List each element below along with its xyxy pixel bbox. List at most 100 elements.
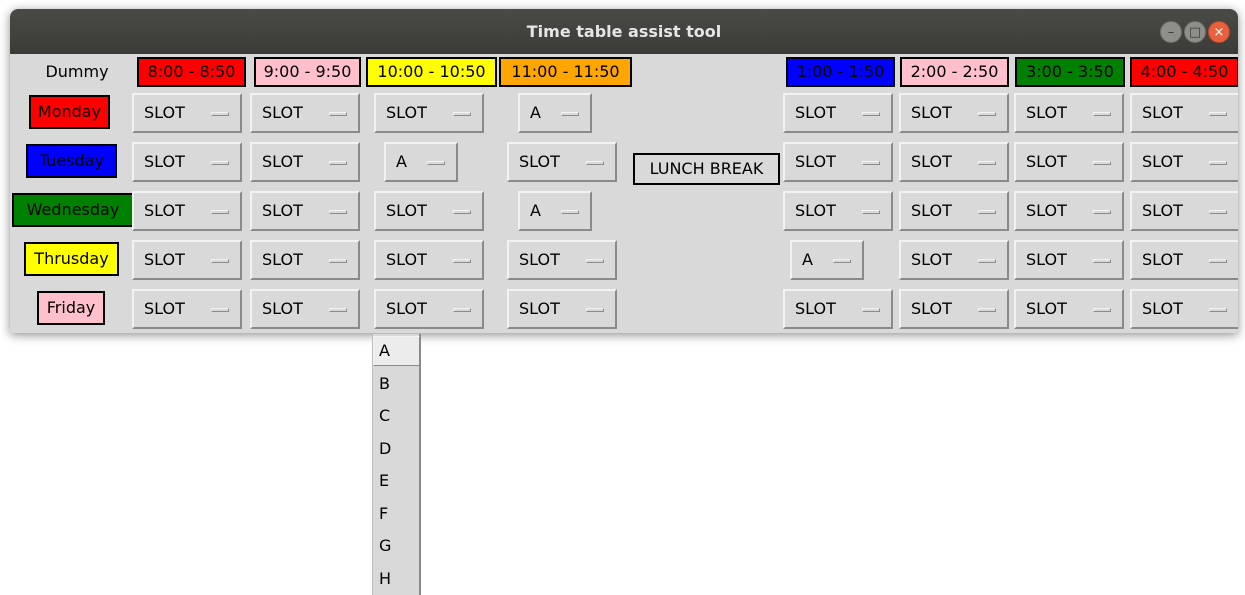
slot-option-menu[interactable]: SLOT: [132, 142, 242, 182]
slot-option-value: SLOT: [1142, 201, 1183, 220]
slot-option-menu[interactable]: SLOT: [132, 240, 242, 280]
slot-option-menu[interactable]: SLOT: [899, 142, 1009, 182]
slot-option-menu[interactable]: SLOT: [1014, 240, 1124, 280]
dropdown-option-h[interactable]: H: [373, 564, 420, 594]
slot-option-menu[interactable]: SLOT: [250, 93, 360, 133]
slot-option-menu[interactable]: A: [518, 93, 592, 133]
slot-option-menu[interactable]: SLOT: [507, 142, 617, 182]
option-menu-indicator-icon: [427, 161, 445, 165]
option-menu-indicator-icon: [1209, 161, 1227, 165]
slot-option-menu[interactable]: SLOT: [250, 142, 360, 182]
dropdown-option-b[interactable]: B: [373, 369, 420, 399]
dropdown-option-d[interactable]: D: [373, 434, 420, 464]
option-menu-indicator-icon: [211, 210, 229, 214]
option-menu-indicator-icon: [329, 161, 347, 165]
slot-option-menu[interactable]: SLOT: [1130, 191, 1238, 231]
day-label-wednesday: Wednesday: [12, 193, 134, 227]
option-menu-indicator-icon: [1093, 259, 1111, 263]
lunch-break-label: LUNCH BREAK: [633, 153, 780, 185]
slot-option-menu[interactable]: SLOT: [250, 240, 360, 280]
dropdown-option-f[interactable]: F: [373, 499, 420, 529]
slot-option-menu[interactable]: SLOT: [1130, 93, 1238, 133]
dropdown-option-g[interactable]: G: [373, 531, 420, 561]
app-window: Time table assist tool – □ × Dummy 8:00 -…: [10, 9, 1238, 333]
slot-option-value: SLOT: [144, 250, 185, 269]
slot-option-menu[interactable]: SLOT: [1014, 93, 1124, 133]
option-menu-indicator-icon: [1209, 112, 1227, 116]
option-menu-indicator-icon: [561, 210, 579, 214]
dropdown-option-a[interactable]: A: [373, 336, 420, 366]
slot-option-menu[interactable]: SLOT: [132, 191, 242, 231]
slot-option-menu[interactable]: SLOT: [374, 93, 484, 133]
day-label-tuesday: Tuesday: [26, 144, 117, 178]
time-slot-header: 2:00 - 2:50: [900, 57, 1009, 87]
slot-option-menu[interactable]: SLOT: [132, 289, 242, 329]
option-menu-indicator-icon: [586, 161, 604, 165]
slot-option-value: SLOT: [519, 250, 560, 269]
slot-option-value: SLOT: [911, 152, 952, 171]
option-menu-indicator-icon: [453, 259, 471, 263]
slot-option-menu[interactable]: SLOT: [507, 289, 617, 329]
option-menu-indicator-icon: [978, 161, 996, 165]
slot-option-menu[interactable]: SLOT: [783, 191, 893, 231]
option-menu-indicator-icon: [329, 210, 347, 214]
minimize-icon[interactable]: –: [1160, 21, 1182, 43]
option-menu-indicator-icon: [978, 210, 996, 214]
slot-option-menu[interactable]: SLOT: [783, 142, 893, 182]
slot-option-menu[interactable]: SLOT: [899, 240, 1009, 280]
slot-option-value: SLOT: [386, 201, 427, 220]
slot-option-menu[interactable]: SLOT: [507, 240, 617, 280]
slot-option-menu[interactable]: SLOT: [1130, 142, 1238, 182]
slot-option-value: SLOT: [262, 103, 303, 122]
slot-option-value: SLOT: [795, 152, 836, 171]
dropdown-option-c[interactable]: C: [373, 401, 420, 431]
slot-option-menu[interactable]: SLOT: [1014, 191, 1124, 231]
slot-option-value: SLOT: [1026, 103, 1067, 122]
option-menu-indicator-icon: [1209, 308, 1227, 312]
dropdown-option-e[interactable]: E: [373, 466, 420, 496]
window-title: Time table assist tool: [526, 22, 722, 41]
slot-option-menu[interactable]: A: [790, 240, 864, 280]
slot-option-menu[interactable]: SLOT: [1014, 142, 1124, 182]
slot-option-value: SLOT: [1142, 152, 1183, 171]
slot-option-menu[interactable]: SLOT: [783, 289, 893, 329]
slot-option-value: SLOT: [1142, 299, 1183, 318]
slot-option-value: SLOT: [519, 299, 560, 318]
option-menu-indicator-icon: [561, 112, 579, 116]
option-menu-indicator-icon: [586, 259, 604, 263]
day-label-friday: Friday: [37, 291, 105, 325]
slot-option-menu[interactable]: SLOT: [1130, 240, 1238, 280]
slot-option-menu[interactable]: SLOT: [899, 191, 1009, 231]
slot-option-value: SLOT: [262, 250, 303, 269]
slot-option-menu[interactable]: A: [518, 191, 592, 231]
corner-label: Dummy: [45, 62, 109, 81]
slot-option-menu[interactable]: SLOT: [374, 240, 484, 280]
slot-option-menu[interactable]: SLOT: [250, 191, 360, 231]
slot-dropdown-menu[interactable]: ABCDEFGH: [372, 334, 421, 595]
option-menu-indicator-icon: [978, 308, 996, 312]
option-menu-indicator-icon: [1209, 259, 1227, 263]
slot-option-value: SLOT: [144, 201, 185, 220]
slot-option-menu[interactable]: SLOT: [783, 93, 893, 133]
slot-option-menu[interactable]: SLOT: [1130, 289, 1238, 329]
option-menu-indicator-icon: [329, 308, 347, 312]
title-bar[interactable]: Time table assist tool – □ ×: [10, 9, 1238, 54]
close-icon[interactable]: ×: [1208, 21, 1230, 43]
slot-option-value: SLOT: [911, 201, 952, 220]
slot-option-value: SLOT: [386, 103, 427, 122]
slot-option-menu[interactable]: SLOT: [899, 289, 1009, 329]
option-menu-indicator-icon: [586, 308, 604, 312]
slot-option-value: SLOT: [144, 299, 185, 318]
option-menu-indicator-icon: [329, 259, 347, 263]
slot-option-menu[interactable]: SLOT: [132, 93, 242, 133]
option-menu-indicator-icon: [211, 161, 229, 165]
slot-option-menu[interactable]: SLOT: [374, 289, 484, 329]
slot-option-menu[interactable]: SLOT: [1014, 289, 1124, 329]
slot-option-menu[interactable]: SLOT: [374, 191, 484, 231]
slot-option-menu[interactable]: SLOT: [899, 93, 1009, 133]
slot-option-menu[interactable]: SLOT: [250, 289, 360, 329]
maximize-icon[interactable]: □: [1184, 21, 1206, 43]
slot-option-value: A: [802, 250, 813, 269]
slot-option-value: SLOT: [262, 299, 303, 318]
slot-option-menu[interactable]: A: [384, 142, 458, 182]
